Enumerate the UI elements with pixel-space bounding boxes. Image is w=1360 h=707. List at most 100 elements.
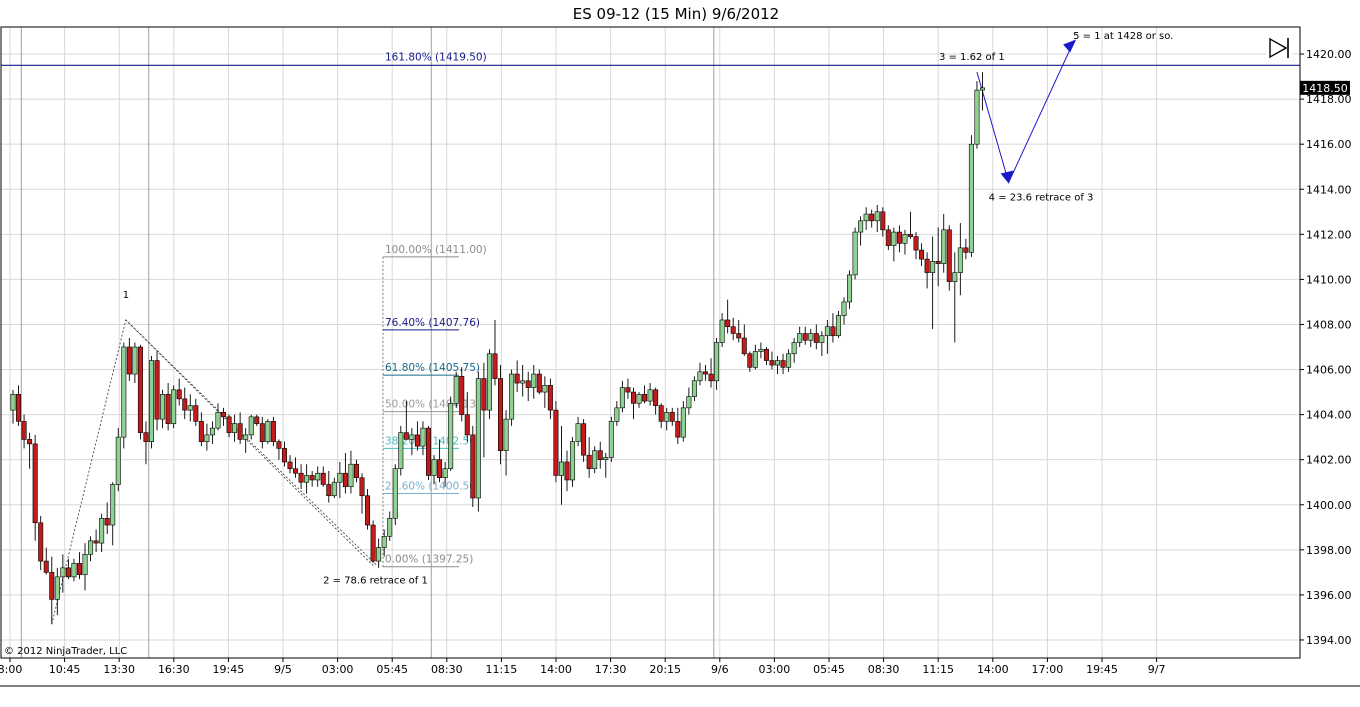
candle-body [702,371,708,375]
x-tick-label: 17:30 [595,663,627,676]
candle-body [414,434,420,447]
candle-body [475,378,481,499]
chart-window[interactable]: ES 09-12 (15 Min) 9/6/2012 161.80% (1419… [0,0,1360,703]
candle-body [176,389,182,400]
candle-body [564,461,570,481]
candle-body [664,412,670,422]
candle-body [608,421,614,458]
candle-body [381,536,387,548]
candle-body [558,461,564,476]
skip-to-end-icon[interactable] [1266,34,1292,59]
candle-body [708,373,714,382]
candle-body [276,441,282,449]
candle-body [165,394,171,424]
candle-body [226,416,232,433]
candle-body [686,396,692,409]
candle-body [780,360,786,368]
fib-level-label: 61.80% (1405.75) [385,362,480,374]
candle-body [88,540,94,555]
x-tick-label: 03:00 [322,663,354,676]
candle-body [209,427,215,436]
candle-body [525,380,531,388]
candle-body [675,421,681,438]
candlestick-chart[interactable]: ES 09-12 (15 Min) 9/6/2012 161.80% (1419… [0,0,1360,703]
chart-title: ES 09-12 (15 Min) 9/6/2012 [573,5,779,23]
candle-body [841,301,847,316]
candle-body [110,484,116,526]
candle-body [536,373,542,393]
candle-body [232,423,238,433]
x-tick-label: 16:30 [158,663,190,676]
y-tick-label: 1396.00 [1306,589,1352,602]
candle-body [99,517,105,544]
candle-body [49,572,55,600]
chart-annotation: 3 = 1.62 of 1 [939,52,1005,63]
x-tick-label: 05:45 [376,663,408,676]
candle-body [775,360,781,366]
candle-body [71,563,77,578]
candle-body [741,337,747,355]
candle-body [614,407,620,422]
fib-level-label: 100.00% (1411.00) [385,244,487,256]
candle-body [946,229,952,282]
candle-body [254,416,260,424]
candle-body [204,434,210,442]
candle-body [924,258,930,273]
candle-body [531,373,537,388]
candle-body [315,472,321,481]
candle-body [520,380,526,384]
candle-body [514,373,520,384]
x-tick-label: 08:30 [431,663,463,676]
candle-body [387,517,393,537]
chart-annotation: 5 = 1 at 1428 or so. [1073,31,1173,42]
candle-body [542,385,548,393]
candle-body [198,421,204,442]
x-tick-label: 9/5 [274,663,292,676]
candle-body [287,461,293,470]
candle-body [293,468,299,474]
candle-body [309,475,315,481]
candle-body [259,423,265,442]
candle-body [919,249,925,260]
candle-body [603,457,609,460]
candle-body [597,450,603,460]
candle-body [570,441,576,481]
candle-body [448,403,454,470]
candle-body [193,405,199,422]
candle-body [21,421,27,440]
candle-body [935,261,941,264]
candle-body [968,143,974,253]
candle-body [697,371,703,382]
candle-body [824,326,830,337]
candle-body [470,434,476,499]
candle-body [270,421,276,442]
candle-body [420,427,426,447]
candle-body [187,405,193,411]
fib-level-label: 23.60% (1400.50) [385,480,480,492]
candle-body [243,434,249,440]
fib-level-label: 0.00% (1397.25) [385,554,473,566]
candle-body [725,319,731,328]
candle-body [863,213,869,222]
y-tick-label: 1406.00 [1306,364,1352,377]
x-tick-label: 19:45 [1086,663,1118,676]
candle-body [348,463,354,488]
candle-body [38,522,44,562]
candle-body [941,229,947,264]
candle-body [553,409,559,476]
candle-body [304,475,310,483]
x-tick-label: 9/7 [1148,663,1166,676]
candle-body [453,376,459,404]
candle-body [979,87,985,91]
candle-body [320,472,326,485]
candle-body [957,247,963,273]
candle-body [298,472,304,483]
candle-body [952,272,958,282]
y-tick-label: 1418.00 [1306,93,1352,106]
candle-body [747,353,753,368]
candle-body [813,333,819,343]
candle-body [370,524,376,562]
candle-body [647,389,653,402]
candle-body [680,407,686,438]
candle-body [847,274,853,303]
